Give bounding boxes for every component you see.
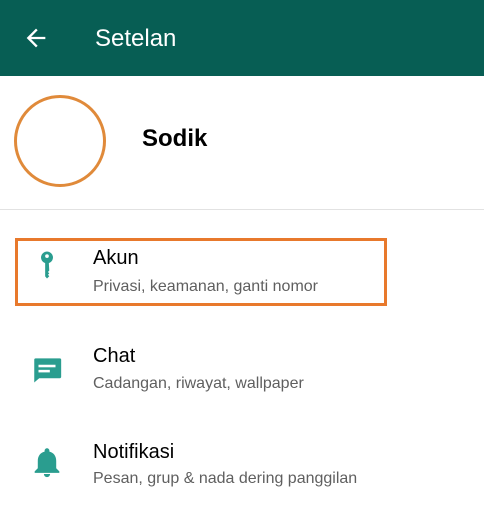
setting-item-notifikasi[interactable]: Notifikasi Pesan, grup & nada dering pan… [0,420,484,512]
page-title: Setelan [95,25,177,52]
setting-subtitle: Privasi, keamanan, ganti nomor [93,278,318,295]
setting-title: Chat [93,345,136,367]
divider [0,209,484,210]
avatar[interactable] [14,95,106,187]
setting-title: Akun [93,247,139,269]
key-icon [41,251,53,279]
chat-icon [34,358,62,383]
setting-subtitle: Pesan, grup & nada dering panggilan [93,470,358,487]
app-bar: Setelan [0,0,484,76]
setting-item-akun[interactable]: Akun Privasi, keamanan, ganti nomor [0,226,484,318]
profile-row[interactable]: Sodik [0,76,484,209]
profile-name: Sodik [142,125,208,152]
setting-subtitle: Cadangan, riwayat, wallpaper [93,375,304,392]
arrow-left-icon[interactable] [22,24,50,52]
setting-item-chat[interactable]: Chat Cadangan, riwayat, wallpaper [0,325,484,417]
setting-title: Notifikasi [93,441,175,463]
bell-icon [34,448,60,478]
